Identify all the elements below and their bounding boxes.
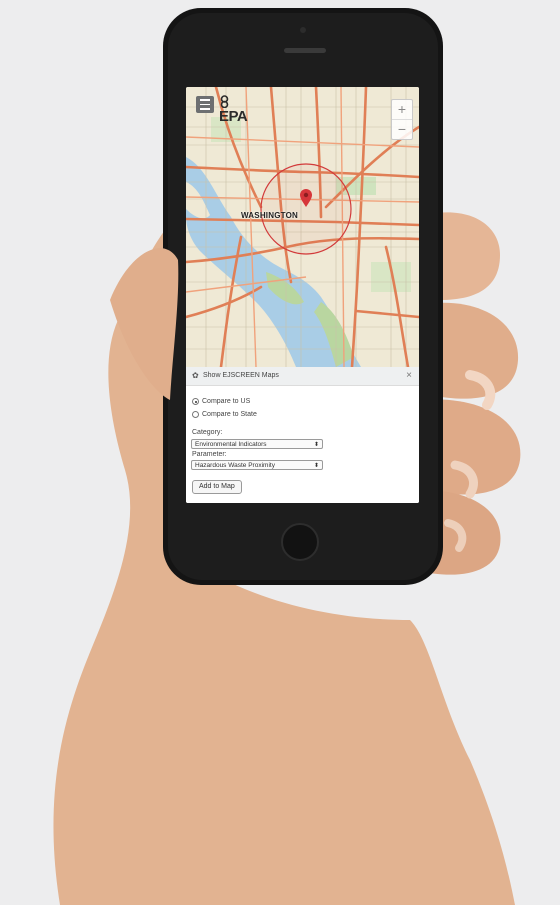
zoom-out-button[interactable]: − [392,119,412,139]
gear-icon: ✿ [192,371,199,380]
scene: EPA + − WASHINGTON ✿ Show EJSCREEN Maps … [0,0,560,905]
city-label: WASHINGTON [241,211,298,220]
epa-flower-icon [220,95,229,108]
menu-button[interactable] [196,96,214,113]
select-arrows-icon: ⬍ [313,463,319,469]
radius-ring [260,163,352,255]
category-value: Environmental Indicators [195,441,267,448]
parameter-value: Hazardous Waste Proximity [195,462,275,469]
category-select[interactable]: Environmental Indicators ⬍ [191,439,323,449]
zoom-control: + − [391,99,413,140]
compare-state-label: Compare to State [202,411,257,418]
close-button[interactable]: × [406,370,412,381]
category-label: Category: [192,429,223,436]
parameter-label: Parameter: [192,451,227,458]
radio-unselected[interactable] [192,411,199,418]
compare-us-label: Compare to US [202,398,251,405]
street-map [186,87,419,367]
add-to-map-button[interactable]: Add to Map [192,480,242,494]
parameter-select[interactable]: Hazardous Waste Proximity ⬍ [191,460,323,470]
phone-screen: EPA + − WASHINGTON ✿ Show EJSCREEN Maps … [186,87,419,503]
ejscreen-panel: ✿ Show EJSCREEN Maps × Compare to US Com… [186,367,419,503]
panel-header: ✿ Show EJSCREEN Maps × [186,367,419,386]
compare-state-option[interactable]: Compare to State [192,411,257,418]
map-view[interactable]: EPA + − WASHINGTON [186,87,419,367]
zoom-in-button[interactable]: + [392,100,412,119]
hamburger-icon [200,99,210,101]
compare-us-option[interactable]: Compare to US [192,398,250,405]
epa-logo: EPA [219,95,248,125]
panel-title: Show EJSCREEN Maps [203,372,279,379]
select-arrows-icon: ⬍ [313,442,319,448]
radio-selected[interactable] [192,398,199,405]
